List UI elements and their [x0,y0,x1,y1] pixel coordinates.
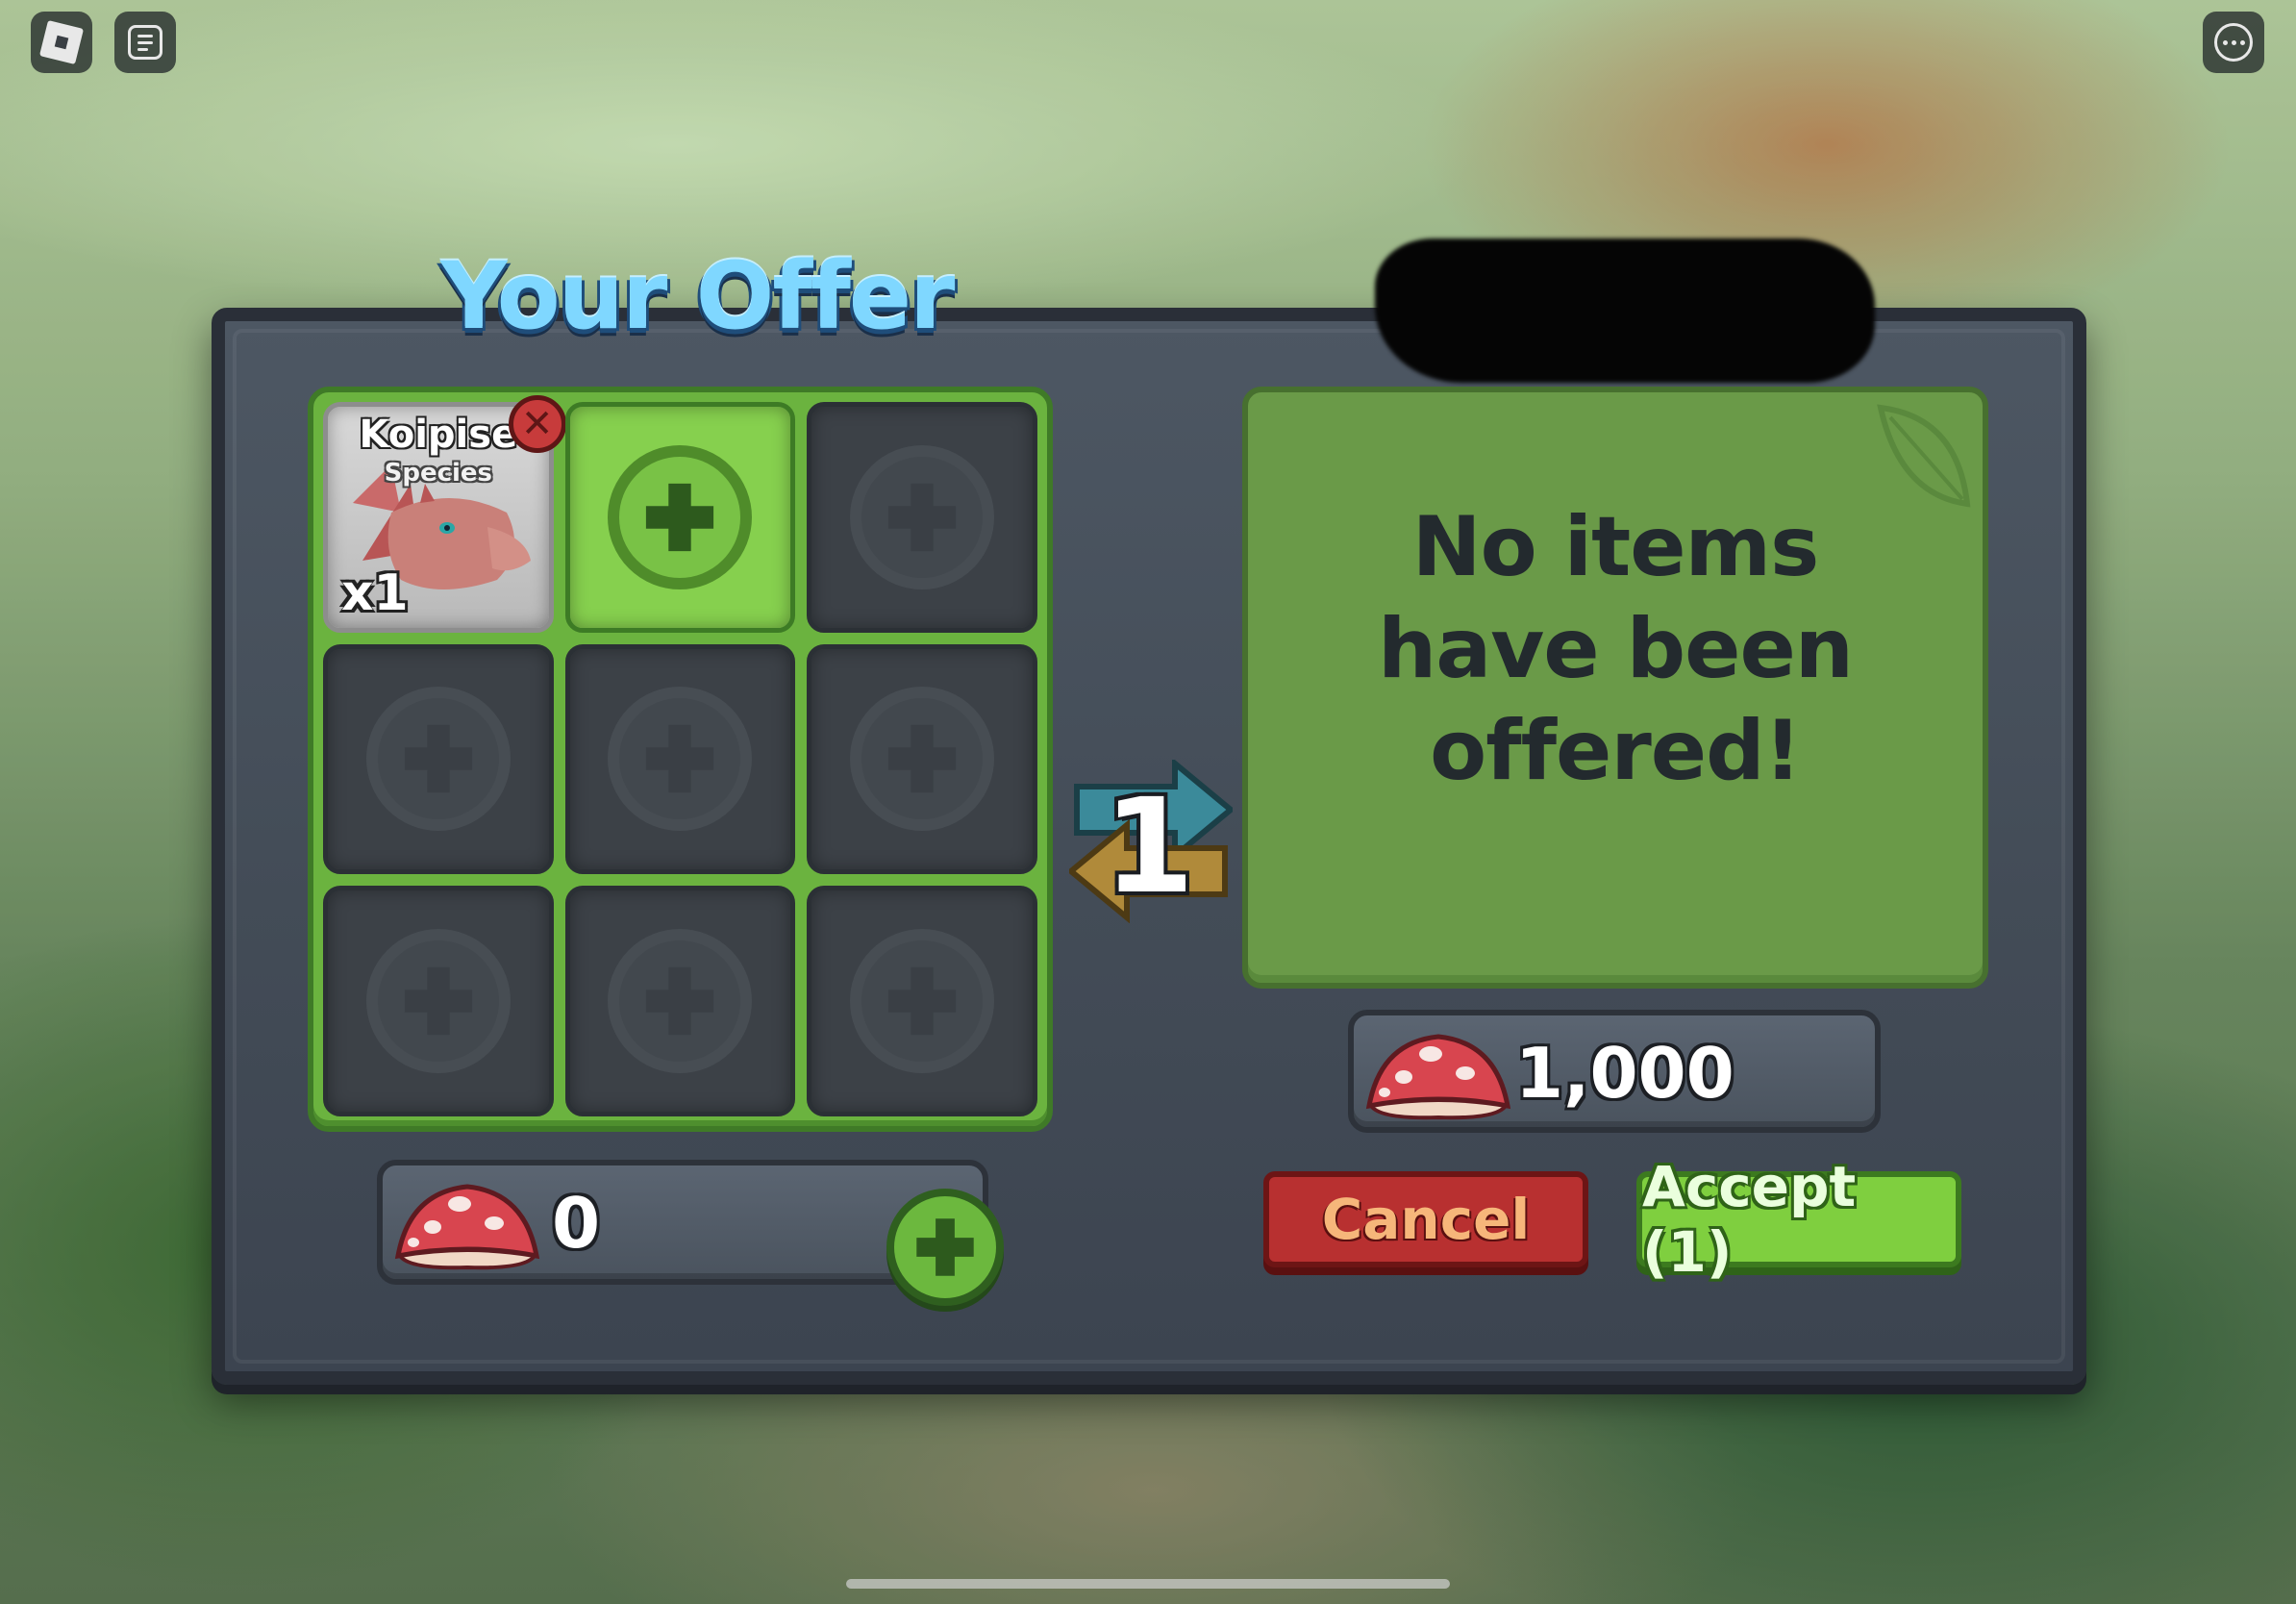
plus-icon [365,687,511,832]
more-options-button[interactable] [2203,12,2264,73]
roblox-logo-icon [38,19,85,65]
remove-item-button[interactable]: ✕ [508,395,566,453]
your-offer-grid: Koipise Species x1 ✕ [308,387,1053,1132]
plus-icon [608,444,753,589]
item-quantity: x1 [341,564,409,622]
empty-offer-slot [807,643,1037,875]
plus-icon [850,687,995,832]
chat-icon [128,25,162,60]
roblox-menu-button[interactable] [31,12,92,73]
empty-offer-slot [564,643,796,875]
item-type: Species [384,459,493,488]
plus-icon [365,929,511,1074]
your-currency-amount: 0 [552,1183,601,1264]
chat-button[interactable] [114,12,176,73]
their-currency-amount: 1,000 [1515,1033,1734,1114]
mushroom-currency-icon [394,1184,540,1270]
empty-offer-slot [807,402,1037,633]
accept-button[interactable]: Accept (1) [1636,1154,1961,1285]
add-item-slot[interactable] [564,402,796,633]
plus-icon [608,929,753,1074]
partner-name-redacted [1375,238,1875,383]
trade-step-counter: 1 [1103,771,1195,923]
empty-offer-slot [807,886,1037,1116]
their-offer-box: No items have been offered! [1242,387,1988,989]
mushroom-currency-icon [1365,1034,1511,1120]
cancel-button[interactable]: Cancel [1263,1171,1588,1267]
empty-offer-slot [323,886,554,1116]
plus-icon [608,687,753,832]
leaf-icon [1877,404,1971,508]
plus-icon [916,1218,974,1276]
empty-offer-slot [564,886,796,1116]
your-offer-title: Your Offer [440,242,955,350]
more-options-icon [2214,23,2253,62]
offer-slot-item[interactable]: Koipise Species x1 ✕ [323,395,566,633]
their-currency-bar: 1,000 [1348,1010,1881,1133]
plus-icon [850,444,995,589]
no-items-message: No items have been offered! [1377,499,1854,799]
close-icon: ✕ [520,402,554,446]
plus-icon [850,929,995,1074]
home-indicator[interactable] [846,1579,1450,1589]
empty-offer-slot [323,643,554,875]
add-currency-button[interactable] [886,1189,1004,1306]
